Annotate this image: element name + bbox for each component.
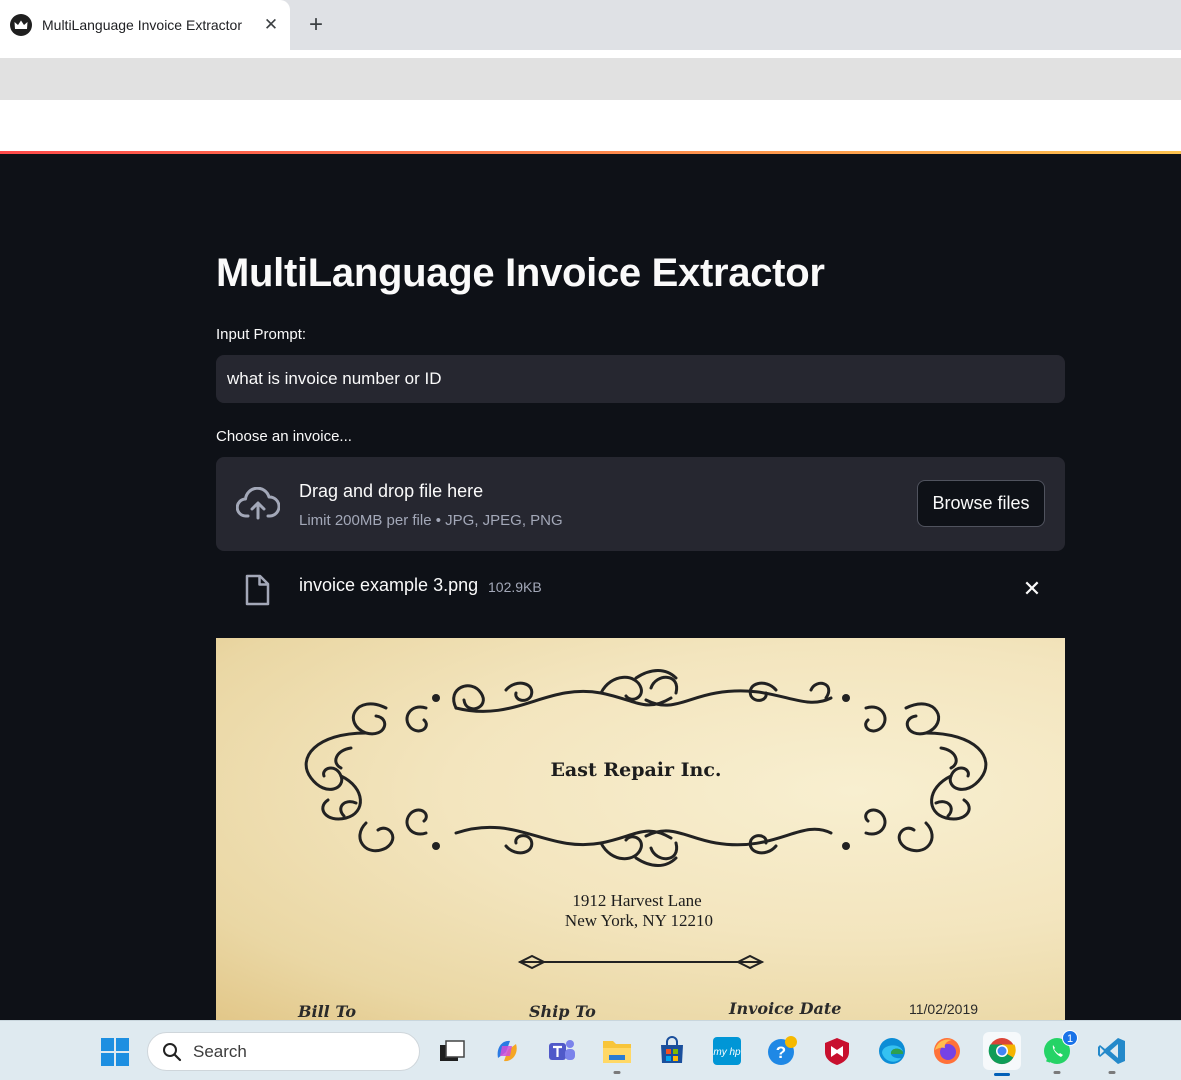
whatsapp-icon[interactable]: 1 xyxy=(1040,1030,1078,1074)
ornamental-frame xyxy=(304,669,988,970)
teams-icon[interactable] xyxy=(545,1034,579,1068)
invoice-date-label: Invoice Date xyxy=(729,999,842,1018)
invoice-address-line1: 1912 Harvest Lane xyxy=(572,891,702,910)
get-help-icon[interactable]: ? xyxy=(765,1034,799,1068)
invoice-address-line2: New York, NY 12210 xyxy=(564,911,714,930)
uploader-label: Choose an invoice... xyxy=(216,428,352,445)
task-view-icon[interactable] xyxy=(435,1034,469,1068)
browser-toolbar xyxy=(0,50,1181,58)
firefox-icon[interactable] xyxy=(930,1034,964,1068)
file-explorer-icon[interactable] xyxy=(600,1034,634,1074)
running-indicator xyxy=(1108,1071,1116,1074)
tab-title: MultiLanguage Invoice Extractor xyxy=(42,17,242,33)
app-main: MultiLanguage Invoice Extractor Input Pr… xyxy=(0,154,1181,1020)
page-title: MultiLanguage Invoice Extractor xyxy=(216,251,825,295)
browser-tab[interactable]: MultiLanguage Invoice Extractor ✕ xyxy=(0,0,290,50)
uploaded-file-size: 102.9KB xyxy=(488,579,542,595)
active-app-indicator xyxy=(994,1073,1010,1076)
dropzone-limits: Limit 200MB per file • JPG, JPEG, PNG xyxy=(299,512,563,529)
notification-badge: 1 xyxy=(1062,1030,1078,1046)
input-prompt-label: Input Prompt: xyxy=(216,326,307,343)
taskbar-search-box[interactable]: Search xyxy=(147,1032,420,1071)
new-tab-button[interactable]: + xyxy=(304,11,328,39)
remove-file-icon[interactable]: ✕ xyxy=(1020,578,1044,602)
browse-files-button[interactable]: Browse files xyxy=(917,480,1045,527)
chrome-icon[interactable] xyxy=(983,1032,1021,1076)
svg-text:?: ? xyxy=(776,1043,786,1062)
file-icon xyxy=(245,574,270,606)
invoice-ship-to-label: Ship To xyxy=(529,1002,596,1020)
cloud-upload-icon xyxy=(236,487,280,520)
uploaded-file-item: invoice example 3.png 102.9KB ✕ xyxy=(216,564,1065,614)
mcafee-icon[interactable] xyxy=(820,1034,854,1068)
svg-text:my hp: my hp xyxy=(713,1047,741,1058)
dropzone-title: Drag and drop file here xyxy=(299,481,484,501)
streamlit-crown-icon xyxy=(10,14,32,36)
vscode-icon[interactable] xyxy=(1095,1034,1129,1074)
taskbar-search-placeholder: Search xyxy=(193,1041,247,1061)
invoice-bill-to-label: Bill To xyxy=(298,1002,357,1020)
running-indicator xyxy=(613,1071,621,1074)
search-icon xyxy=(163,1042,182,1061)
invoice-date-value: 11/02/2019 xyxy=(909,1001,979,1017)
browser-tab-bar: MultiLanguage Invoice Extractor ✕ + xyxy=(0,0,1181,50)
uploaded-file-name: invoice example 3.png xyxy=(299,575,479,595)
myhp-icon[interactable]: my hp xyxy=(710,1034,744,1068)
windows-taskbar: Search my hp ? 1 xyxy=(0,1020,1181,1080)
app-header-strip xyxy=(0,100,1181,151)
invoice-company-name: East Repair Inc. xyxy=(550,759,722,781)
copilot-icon[interactable] xyxy=(490,1034,524,1068)
running-indicator xyxy=(1053,1071,1061,1074)
tab-close-icon[interactable]: ✕ xyxy=(262,14,280,36)
file-dropzone[interactable]: Drag and drop file here Limit 200MB per … xyxy=(216,457,1065,551)
edge-icon[interactable] xyxy=(875,1034,909,1068)
windows-start-icon[interactable] xyxy=(100,1037,130,1067)
microsoft-store-icon[interactable] xyxy=(655,1034,689,1068)
input-prompt-field[interactable] xyxy=(216,355,1065,403)
invoice-image-preview: East Repair Inc. 1912 Harvest Lane New Y… xyxy=(216,638,1065,1020)
browser-address-bar[interactable] xyxy=(0,58,1181,100)
